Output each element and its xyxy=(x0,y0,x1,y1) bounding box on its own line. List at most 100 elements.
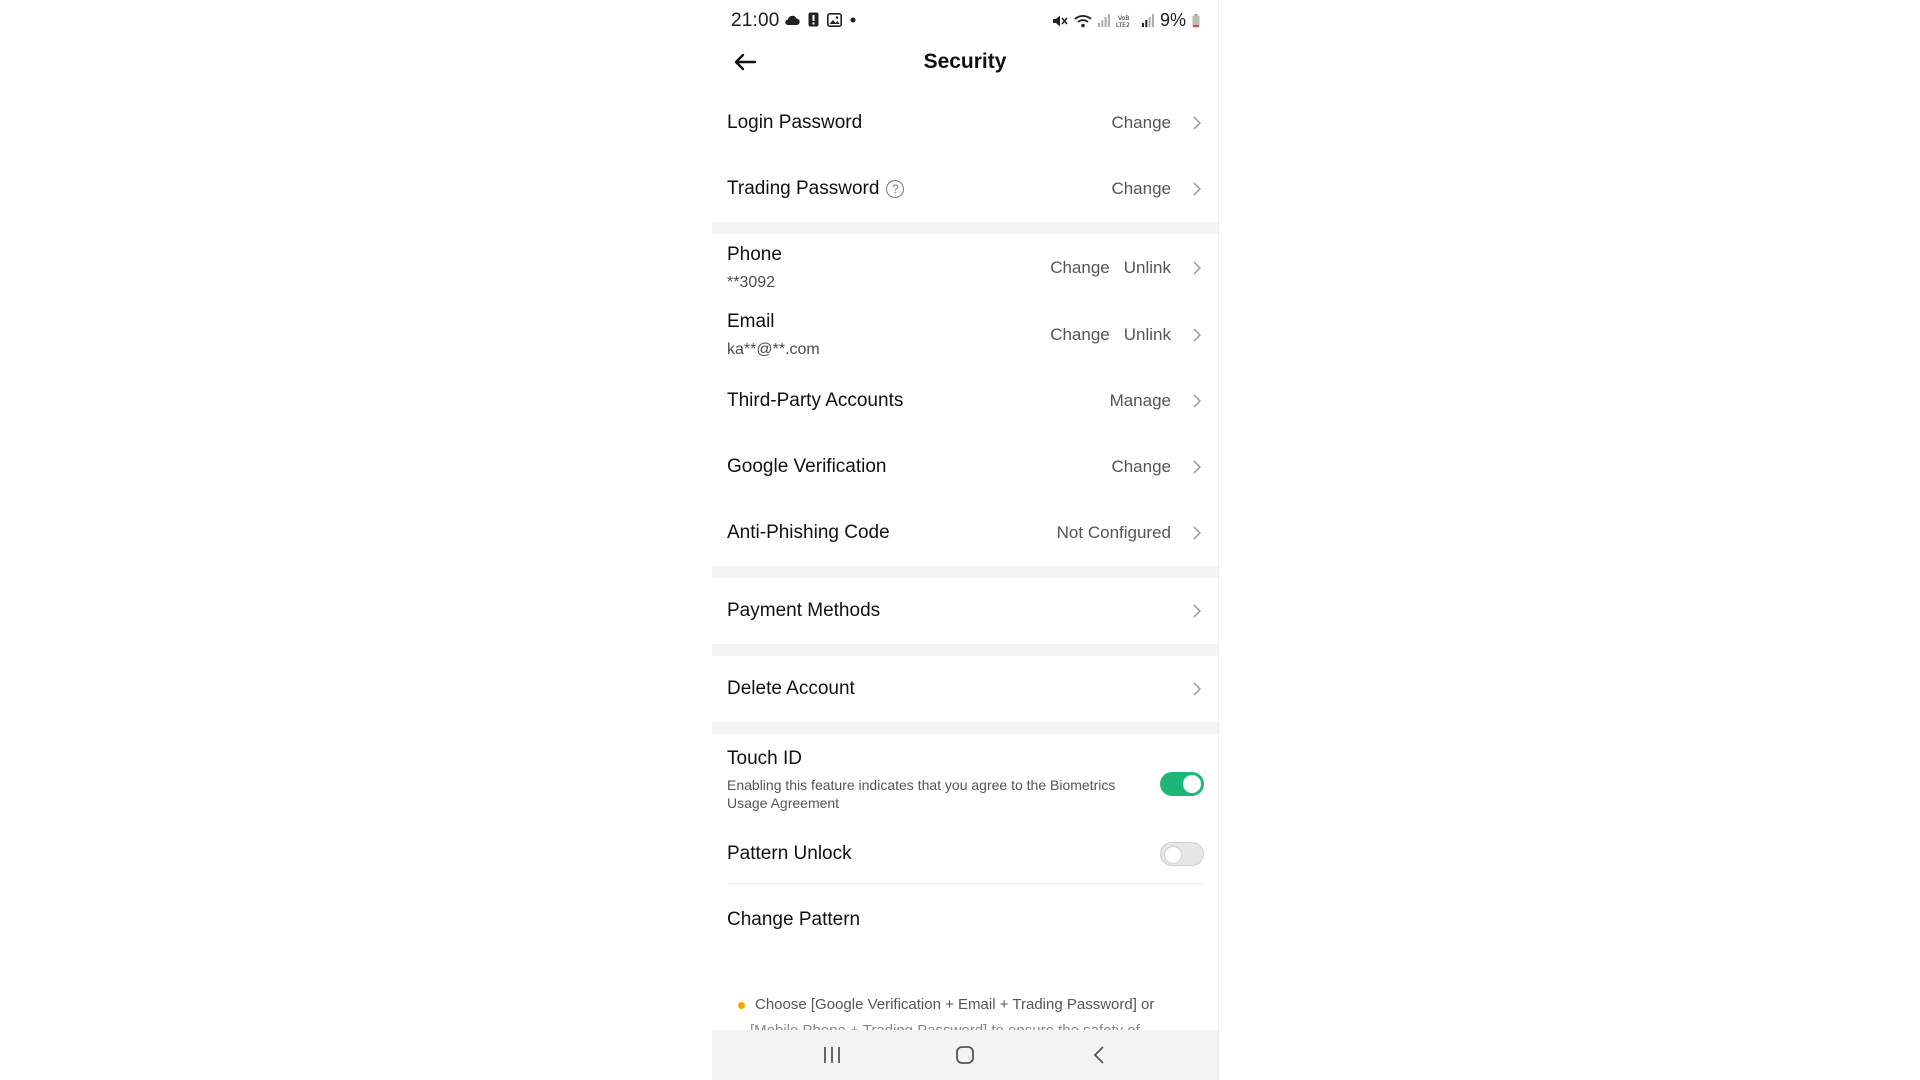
anti-phishing-status[interactable]: Not Configured xyxy=(1057,523,1171,543)
status-left-icons xyxy=(784,12,856,27)
row-left: Phone **3092 xyxy=(727,244,1050,292)
change-google-verification-button[interactable]: Change xyxy=(1111,457,1171,477)
wifi-icon xyxy=(1074,14,1092,28)
section-separator xyxy=(712,222,1218,234)
cloud-icon xyxy=(784,14,800,26)
gallery-icon xyxy=(827,12,842,27)
help-icon[interactable]: ? xyxy=(886,180,905,198)
recents-button[interactable] xyxy=(812,1042,852,1068)
trading-password-label: Trading Password xyxy=(727,178,880,199)
row-right: Change Unlink xyxy=(1050,258,1203,278)
battery-icon xyxy=(1192,13,1200,28)
chevron-right-icon xyxy=(1191,180,1203,198)
pattern-unlock-row: Pattern Unlock xyxy=(712,824,1218,884)
battery-percent: 9% xyxy=(1159,10,1186,30)
screen: 21:00 VoB LTE2 9% Security Login Passwor… xyxy=(0,0,1920,1080)
payment-methods-row[interactable]: Payment Methods xyxy=(712,578,1218,644)
third-party-accounts-row[interactable]: Third-Party Accounts Manage xyxy=(712,368,1218,434)
svg-text:VoB: VoB xyxy=(1118,15,1129,22)
unlink-phone-button[interactable]: Unlink xyxy=(1124,258,1171,278)
row-right: Manage xyxy=(1110,391,1203,411)
volte-icon: VoB LTE2 xyxy=(1116,14,1136,28)
touch-id-hint: Enabling this feature indicates that you… xyxy=(727,777,1116,811)
google-verification-row[interactable]: Google Verification Change xyxy=(712,434,1218,500)
recents-icon xyxy=(824,1047,840,1063)
phone-row[interactable]: Phone **3092 Change Unlink xyxy=(712,234,1218,302)
signal-icon xyxy=(1141,14,1154,27)
change-email-button[interactable]: Change xyxy=(1050,325,1110,345)
pattern-unlock-label: Pattern Unlock xyxy=(727,843,852,864)
row-right xyxy=(1185,602,1203,620)
trading-password-row[interactable]: Trading Password ? Change xyxy=(712,156,1218,222)
section-separator xyxy=(712,644,1218,656)
google-verification-label: Google Verification xyxy=(727,456,887,477)
touch-id-toggle[interactable] xyxy=(1160,772,1204,796)
phone-screen: 21:00 VoB LTE2 9% Security Login Passwor… xyxy=(712,0,1219,1080)
touch-id-row: Touch ID Enabling this feature indicates… xyxy=(712,734,1218,824)
home-icon xyxy=(956,1046,974,1064)
row-right: Change xyxy=(1111,179,1203,199)
login-password-row[interactable]: Login Password Change xyxy=(712,90,1218,156)
change-pattern-row[interactable]: Change Pattern xyxy=(712,884,1218,956)
email-row[interactable]: Email ka**@**.com Change Unlink xyxy=(712,302,1218,368)
nav-back-button[interactable] xyxy=(1079,1042,1119,1068)
status-time: 21:00 xyxy=(731,10,780,31)
row-left: Third-Party Accounts xyxy=(727,390,1110,412)
phone-value: **3092 xyxy=(727,274,776,291)
anti-phishing-label: Anti-Phishing Code xyxy=(727,522,890,543)
page-header: Security xyxy=(712,44,1218,82)
signal-icon xyxy=(1097,14,1110,27)
unlink-email-button[interactable]: Unlink xyxy=(1124,325,1171,345)
security-note-text: Choose [Google Verification + Email + Tr… xyxy=(755,996,1155,1013)
section-separator xyxy=(712,566,1218,578)
chevron-right-icon xyxy=(1191,259,1203,277)
alert-icon xyxy=(808,12,819,27)
row-left: Delete Account xyxy=(727,678,1185,700)
email-label: Email xyxy=(727,311,775,332)
page-title: Security xyxy=(923,50,1007,73)
third-party-accounts-label: Third-Party Accounts xyxy=(727,390,904,411)
row-right xyxy=(1185,680,1203,698)
system-nav-bar xyxy=(712,1030,1218,1080)
login-password-label: Login Password xyxy=(727,112,863,133)
payment-methods-label: Payment Methods xyxy=(727,600,881,621)
chevron-right-icon xyxy=(1191,392,1203,410)
toggle-knob xyxy=(1164,846,1182,864)
pattern-unlock-toggle[interactable] xyxy=(1160,842,1204,866)
manage-third-party-button[interactable]: Manage xyxy=(1110,391,1171,411)
row-left: Anti-Phishing Code xyxy=(727,522,1057,544)
chevron-right-icon xyxy=(1191,524,1203,542)
change-pattern-label: Change Pattern xyxy=(727,909,861,930)
anti-phishing-row[interactable]: Anti-Phishing Code Not Configured xyxy=(712,500,1218,566)
row-left: Email ka**@**.com xyxy=(727,311,1050,359)
svg-text:LTE2: LTE2 xyxy=(1116,22,1130,28)
toggle-knob xyxy=(1183,775,1201,793)
phone-label: Phone xyxy=(727,244,782,265)
security-note: Choose [Google Verification + Email + Tr… xyxy=(738,996,1198,1013)
row-left: Pattern Unlock xyxy=(727,843,1203,865)
change-login-password-button[interactable]: Change xyxy=(1111,113,1171,133)
chevron-right-icon xyxy=(1191,680,1203,698)
section-separator xyxy=(712,722,1218,734)
row-left: Payment Methods xyxy=(727,600,1185,622)
chevron-right-icon xyxy=(1191,458,1203,476)
back-chevron-icon xyxy=(1093,1046,1104,1064)
row-left: Google Verification xyxy=(727,456,1111,478)
row-right: Change xyxy=(1111,113,1203,133)
status-bar: 21:00 VoB LTE2 9% xyxy=(712,0,1218,44)
change-trading-password-button[interactable]: Change xyxy=(1111,179,1171,199)
chevron-right-icon xyxy=(1191,602,1203,620)
change-phone-button[interactable]: Change xyxy=(1050,258,1110,278)
row-title: Trading Password ? xyxy=(727,178,1111,200)
security-list: Login Password Change Trading Password ?… xyxy=(712,90,1218,956)
dot-icon xyxy=(850,17,856,23)
row-right: Change xyxy=(1111,457,1203,477)
row-left: Change Pattern xyxy=(727,909,1203,931)
status-right: VoB LTE2 9% xyxy=(1052,10,1200,31)
row-left: Trading Password ? xyxy=(727,178,1111,200)
chevron-right-icon xyxy=(1191,114,1203,132)
delete-account-row[interactable]: Delete Account xyxy=(712,656,1218,722)
chevron-right-icon xyxy=(1191,326,1203,344)
bullet-icon xyxy=(738,1002,745,1009)
home-button[interactable] xyxy=(945,1042,985,1068)
